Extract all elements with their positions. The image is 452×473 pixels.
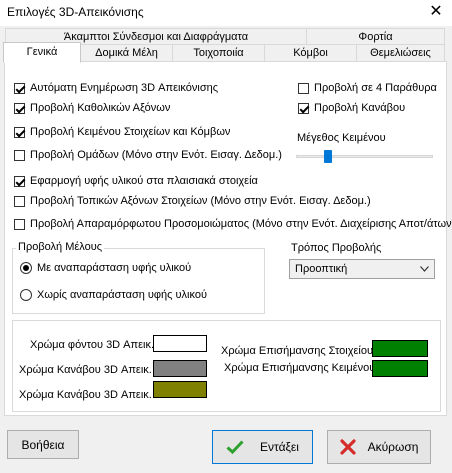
local-axes-checkbox[interactable]: Προβολή Τοπικών Αξόνων Στοιχείων (Μόνο σ… (14, 195, 371, 207)
view-mode-label: Τρόπος Προβολής (291, 242, 382, 254)
highlight-element-label: Χρώμα Επισήμανσης Στοιχείου (221, 345, 373, 357)
groups-checkbox[interactable]: Προβολή Ομάδων (Μόνο στην Ενότ. Εισαγ. Δ… (14, 149, 282, 161)
member-view-texture-radio[interactable]: Με αναπαράσταση υφής υλικού (20, 262, 191, 274)
close-icon[interactable]: ✕ (426, 2, 446, 22)
member-view-no-texture-radio[interactable]: Χωρίς αναπαράσταση υφής υλικού (20, 289, 207, 301)
checkbox-box[interactable] (14, 149, 25, 161)
cancel-button[interactable]: Ακύρωση (327, 430, 431, 464)
view-mode-value: Προοπτική (295, 263, 348, 275)
window-title: Επιλογές 3D-Απεικόνισης (7, 5, 144, 19)
checkbox-box[interactable] (14, 82, 25, 94)
background-color-swatch[interactable] (153, 335, 207, 352)
undeformed-checkbox[interactable]: Προβολή Απαραμόρφωτου Προσομοιώματος (Μό… (14, 218, 452, 230)
highlight-text-swatch[interactable] (372, 360, 428, 377)
chevron-down-icon (420, 266, 429, 272)
tab-nodes[interactable]: Κόμβοι (264, 44, 357, 61)
undeformed-label: Προβολή Απαραμόρφωτου Προσομοιώματος (Μό… (30, 218, 452, 230)
member-view-texture-label: Με αναπαράσταση υφής υλικού (37, 262, 192, 274)
checkbox-box[interactable] (14, 218, 25, 230)
global-axes-label: Προβολή Καθολικών Αξόνων (30, 102, 171, 114)
highlight-text-label: Χρώμα Επισήμανσης Κειμένου (224, 362, 376, 374)
auto-update-label: Αυτόματη Ενημέρωση 3D Απεικόνισης (30, 82, 219, 94)
checkbox-box[interactable] (298, 102, 309, 114)
help-button-label: Βοήθεια (21, 437, 65, 452)
slider-thumb[interactable] (324, 150, 332, 163)
groups-label: Προβολή Ομάδων (Μόνο στην Ενότ. Εισαγ. Δ… (30, 149, 282, 161)
grid-label: Προβολή Κανάβου (314, 102, 406, 114)
texture-frames-checkbox[interactable]: Εφαρμογή υφής υλικού στα πλαισιακά στοιχ… (14, 175, 258, 187)
ok-button[interactable]: Εντάξει (212, 430, 313, 464)
grid-color-swatch[interactable] (153, 360, 207, 377)
grid-color-2-swatch[interactable] (153, 381, 207, 398)
check-icon (226, 440, 244, 454)
grid-color-label: Χρώμα Κανάβου 3D Απεικ. (19, 364, 152, 376)
tab-foundations[interactable]: Θεμελιώσεις (356, 44, 445, 61)
help-button[interactable]: Βοήθεια (7, 430, 79, 459)
view-mode-select[interactable]: Προοπτική (289, 259, 435, 279)
tab-loads[interactable]: Φορτία (306, 28, 445, 44)
member-view-label: Προβολή Μέλους (16, 241, 105, 253)
radio-circle[interactable] (20, 262, 32, 274)
tab-masonry[interactable]: Τοιχοποιία (172, 44, 265, 61)
background-color-label: Χρώμα φόντου 3D Απεικ. (30, 339, 155, 351)
member-view-no-texture-label: Χωρίς αναπαράσταση υφής υλικού (37, 289, 207, 301)
element-text-label: Προβολή Κειμένου Στοιχείων και Κόμβων (30, 126, 231, 138)
highlight-element-swatch[interactable] (372, 340, 428, 357)
local-axes-label: Προβολή Τοπικών Αξόνων Στοιχείων (Μόνο σ… (30, 195, 371, 207)
radio-circle[interactable] (20, 289, 32, 301)
text-size-slider[interactable] (296, 149, 433, 163)
member-view-group (12, 248, 265, 314)
element-text-checkbox[interactable]: Προβολή Κειμένου Στοιχείων και Κόμβων (14, 126, 230, 138)
checkbox-box[interactable] (298, 82, 309, 94)
text-size-label: Μέγεθος Κειμένου (297, 132, 386, 144)
global-axes-checkbox[interactable]: Προβολή Καθολικών Αξόνων (14, 102, 170, 114)
x-icon (339, 439, 356, 455)
cancel-button-label: Ακύρωση (367, 440, 419, 454)
grid-color-2-label: Χρώμα Κανάβου 3D Απεικ. (19, 389, 152, 401)
four-windows-label: Προβολή σε 4 Παράθυρα (314, 82, 437, 94)
texture-frames-label: Εφαρμογή υφής υλικού στα πλαισιακά στοιχ… (30, 175, 258, 187)
checkbox-box[interactable] (14, 175, 25, 187)
tab-structural-members[interactable]: Δομικά Μέλη (80, 44, 173, 61)
four-windows-checkbox[interactable]: Προβολή σε 4 Παράθυρα (298, 82, 437, 94)
checkbox-box[interactable] (14, 126, 25, 138)
checkbox-box[interactable] (14, 102, 25, 114)
tab-general[interactable]: Γενικά (3, 42, 81, 63)
auto-update-checkbox[interactable]: Αυτόματη Ενημέρωση 3D Απεικόνισης (14, 82, 218, 94)
ok-button-label: Εντάξει (260, 440, 299, 454)
grid-checkbox[interactable]: Προβολή Κανάβου (298, 102, 405, 114)
checkbox-box[interactable] (14, 195, 25, 207)
